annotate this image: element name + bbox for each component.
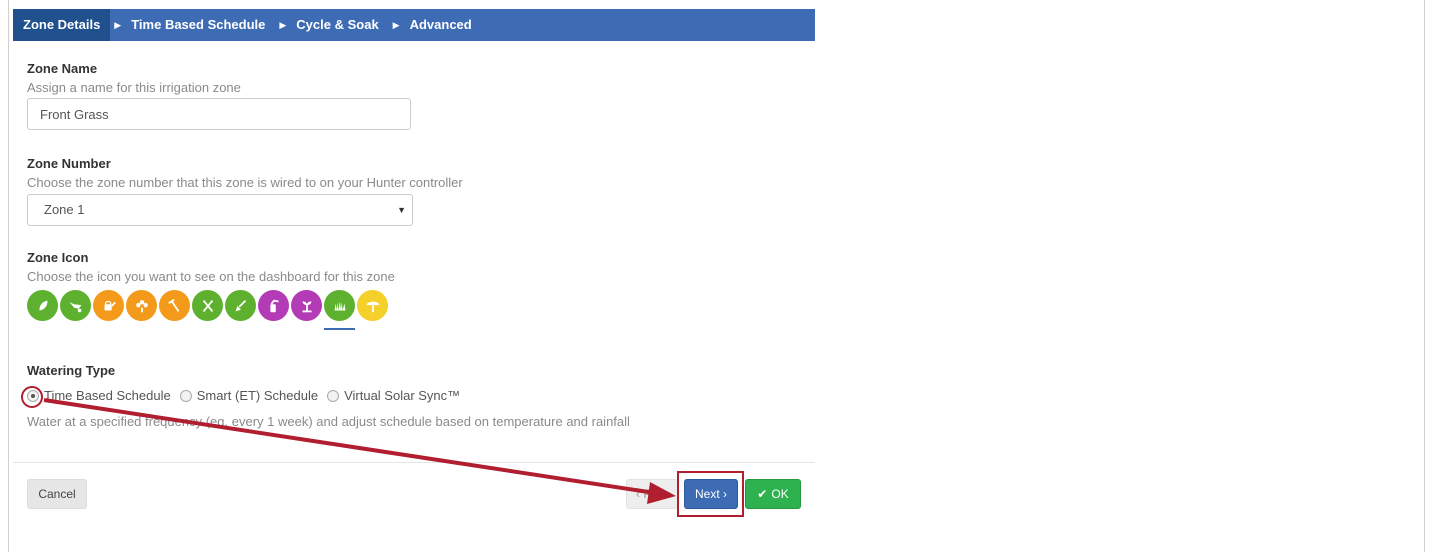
frame-right-border (1424, 0, 1425, 552)
zone-name-help: Assign a name for this irrigation zone (27, 80, 241, 95)
tab-advanced[interactable]: Advanced (408, 9, 482, 41)
zone-icon-help: Choose the icon you want to see on the d… (27, 269, 395, 284)
chevron-right-icon: ▶ (114, 19, 122, 30)
zone-number-label: Zone Number (27, 156, 111, 171)
footer-divider (13, 462, 815, 463)
radio-virtual-solar-sync[interactable] (327, 389, 340, 402)
ok-button-label: OK (771, 487, 789, 501)
grass-icon[interactable] (324, 290, 355, 330)
radio-smart-et-label[interactable]: Smart (ET) Schedule (197, 388, 318, 403)
frame-left-border (8, 0, 9, 552)
zone-number-help: Choose the zone number that this zone is… (27, 175, 463, 190)
tab-cycle-soak[interactable]: Cycle & Soak (294, 9, 388, 41)
watering-type-help: Water at a specified frequency (eg. ever… (27, 414, 630, 429)
wheelbarrow-icon[interactable] (60, 290, 91, 321)
ok-button[interactable]: ✔ OK (745, 479, 801, 509)
zone-number-selected-value: Zone 1 (44, 202, 85, 217)
watering-type-label: Watering Type (27, 363, 116, 378)
watering-can-icon[interactable] (93, 290, 124, 321)
watering-type-radio-group: Time Based Schedule Smart (ET) Schedule … (27, 388, 469, 403)
radio-smart-et[interactable] (179, 389, 192, 402)
flower-icon[interactable] (126, 290, 157, 321)
zone-icon-picker (27, 290, 390, 330)
zone-icon-label: Zone Icon (27, 250, 89, 265)
radio-time-based-label[interactable]: Time Based Schedule (44, 388, 171, 403)
tab-time-based-schedule[interactable]: Time Based Schedule (129, 9, 275, 41)
zone-number-select[interactable]: Zone 1 ▼ (27, 194, 413, 226)
rake-icon[interactable] (159, 290, 190, 321)
zone-name-input[interactable] (27, 98, 411, 130)
check-icon: ✔ (757, 487, 768, 501)
shears-icon[interactable] (192, 290, 223, 321)
wizard-steps-bar: Zone Details ▶ Time Based Schedule ▶ Cyc… (13, 9, 815, 41)
tree-icon[interactable] (357, 290, 388, 321)
shovel-icon[interactable] (225, 290, 256, 321)
sprout-icon[interactable] (291, 290, 322, 321)
chevron-right-icon: ▶ (279, 19, 287, 30)
tab-zone-details[interactable]: Zone Details (13, 9, 111, 41)
prev-button[interactable]: ‹ Prev (626, 479, 678, 509)
cancel-button[interactable]: Cancel (27, 479, 87, 509)
next-highlight-annotation (677, 471, 744, 517)
zone-name-label: Zone Name (27, 61, 98, 76)
caret-down-icon: ▼ (397, 205, 406, 215)
chevron-right-icon: ▶ (392, 19, 400, 30)
sprayer-icon[interactable] (258, 290, 289, 321)
radio-virtual-solar-sync-label[interactable]: Virtual Solar Sync™ (344, 388, 460, 403)
radio-highlight-annotation (21, 386, 43, 408)
leaf-icon[interactable] (27, 290, 58, 321)
